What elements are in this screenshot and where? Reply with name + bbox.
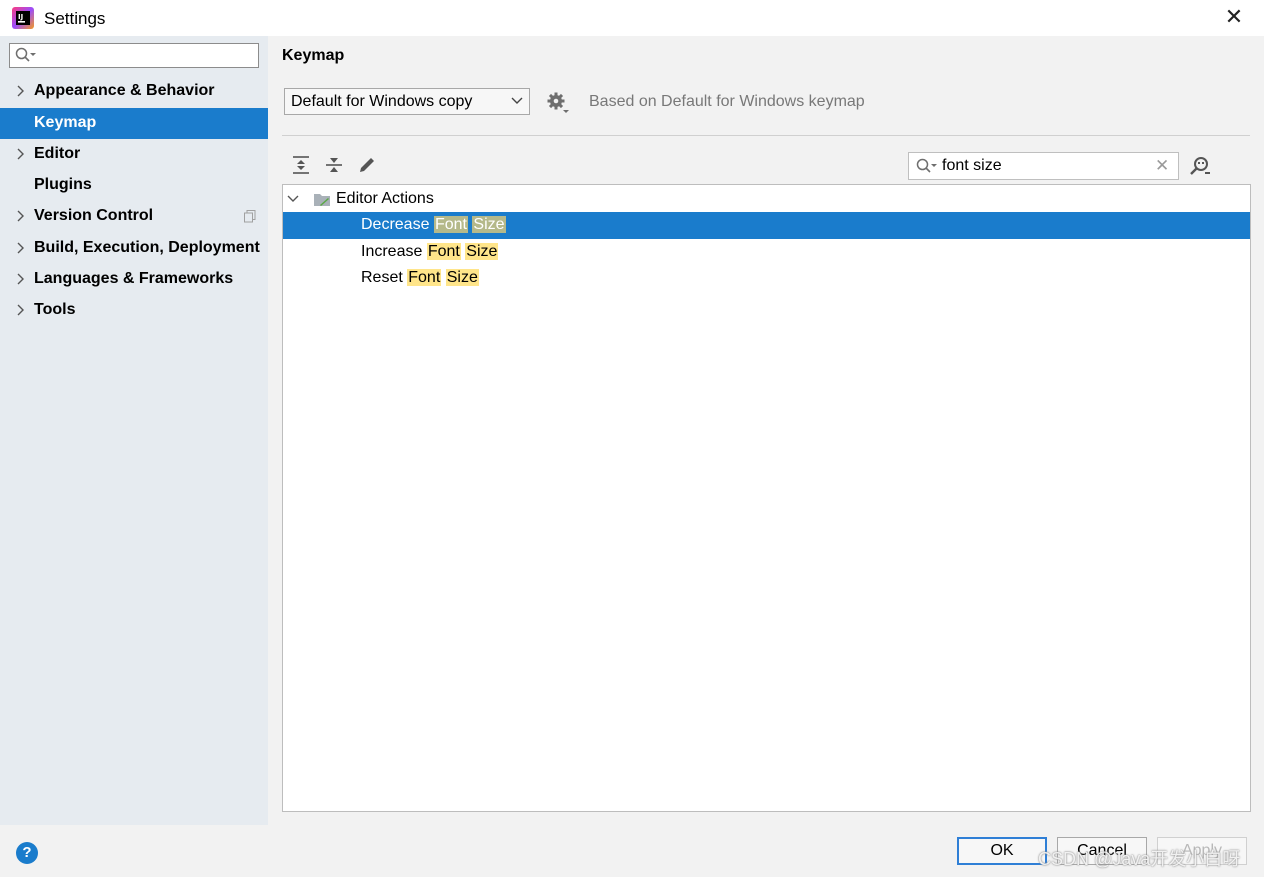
watermark: CSDN @Java开发小白呀 [1038, 849, 1241, 869]
project-settings-icon [244, 210, 256, 223]
chevron-right-icon [17, 242, 24, 254]
help-icon[interactable]: ? [16, 842, 38, 864]
tree-action-row[interactable]: Decrease Font Size [283, 212, 1250, 239]
action-label: Decrease Font Size [361, 216, 506, 234]
search-match-highlight: Size [465, 243, 499, 260]
sidebar-item-appearance-behavior[interactable]: Appearance & Behavior [0, 76, 268, 107]
keymap-select-value: Default for Windows copy [291, 93, 473, 110]
sidebar-item-keymap[interactable]: Keymap [0, 108, 268, 139]
sidebar-search-input[interactable] [9, 43, 259, 68]
window-title: Settings [44, 9, 106, 28]
gear-icon[interactable] [547, 92, 569, 114]
sidebar-item-label: Languages & Frameworks [34, 270, 234, 287]
search-icon [15, 47, 36, 62]
expand-all-icon[interactable] [291, 155, 311, 175]
edit-pencil-icon[interactable] [357, 155, 377, 175]
search-match-highlight: Size [445, 269, 479, 286]
sidebar-item-plugins[interactable]: Plugins [0, 170, 268, 201]
action-label-prefix: Decrease [361, 216, 430, 233]
settings-sidebar: Appearance & Behavior Keymap Editor Plug… [0, 36, 268, 825]
chevron-right-icon [17, 148, 24, 160]
find-by-shortcut-icon[interactable] [1189, 155, 1211, 177]
collapse-all-icon[interactable] [324, 155, 344, 175]
search-match-highlight: Font [407, 269, 442, 286]
tree-action-row[interactable]: Increase Font Size [283, 239, 1250, 266]
action-label: Increase Font Size [361, 243, 499, 261]
sidebar-item-label: Tools [34, 301, 76, 318]
action-label-prefix: Reset [361, 269, 403, 286]
tree-action-row[interactable]: Reset Font Size [283, 265, 1250, 292]
search-icon [916, 158, 937, 173]
title-bar: IJ Settings ✕ [0, 0, 1264, 36]
sidebar-item-label: Editor [34, 145, 81, 162]
keymap-select[interactable]: Default for Windows copy [284, 88, 530, 115]
search-match-highlight: Font [426, 243, 461, 260]
clear-search-icon[interactable]: ✕ [1155, 156, 1169, 176]
sidebar-item-version-control[interactable]: Version Control [0, 201, 268, 232]
divider [282, 135, 1250, 136]
search-match-highlight: Font [433, 216, 468, 233]
action-search-value: font size [942, 157, 1002, 174]
chevron-right-icon [17, 210, 24, 222]
tree-group-label: Editor Actions [336, 190, 434, 207]
sidebar-item-label: Appearance & Behavior [34, 82, 215, 99]
chevron-down-icon [511, 97, 523, 104]
sidebar-item-languages-frameworks[interactable]: Languages & Frameworks [0, 264, 268, 295]
svg-text:IJ: IJ [18, 13, 23, 21]
sidebar-item-label: Build, Execution, Deployment [34, 239, 260, 256]
chevron-down-icon [287, 195, 299, 202]
chevron-right-icon [17, 304, 24, 316]
action-label-prefix: Increase [361, 243, 423, 260]
dialog-button-bar: ? OK Cancel Apply CSDN @Java开发小白呀 [0, 825, 1264, 877]
keymap-panel: Keymap Default for Windows copy Based on… [268, 36, 1264, 825]
action-search-input[interactable]: font size ✕ [908, 152, 1179, 180]
sidebar-item-label: Plugins [34, 176, 92, 193]
action-label: Reset Font Size [361, 269, 479, 287]
sidebar-item-build-execution-deployment[interactable]: Build, Execution, Deployment [0, 233, 268, 264]
based-on-text: Based on Default for Windows keymap [589, 93, 865, 110]
folder-icon [314, 194, 330, 206]
actions-tree[interactable]: Editor Actions Decrease Font Size Increa… [282, 184, 1251, 812]
sidebar-item-tools[interactable]: Tools [0, 295, 268, 326]
sidebar-item-editor[interactable]: Editor [0, 139, 268, 170]
sidebar-item-label: Keymap [34, 114, 97, 131]
intellij-app-icon: IJ [12, 7, 34, 29]
page-title: Keymap [282, 47, 345, 64]
sidebar-item-label: Version Control [34, 207, 154, 224]
chevron-right-icon [17, 85, 24, 97]
ok-button[interactable]: OK [957, 837, 1047, 865]
close-icon[interactable]: ✕ [1221, 4, 1247, 30]
chevron-right-icon [17, 273, 24, 285]
search-match-highlight: Size [472, 216, 506, 233]
tree-group-editor-actions[interactable]: Editor Actions [283, 186, 1250, 213]
